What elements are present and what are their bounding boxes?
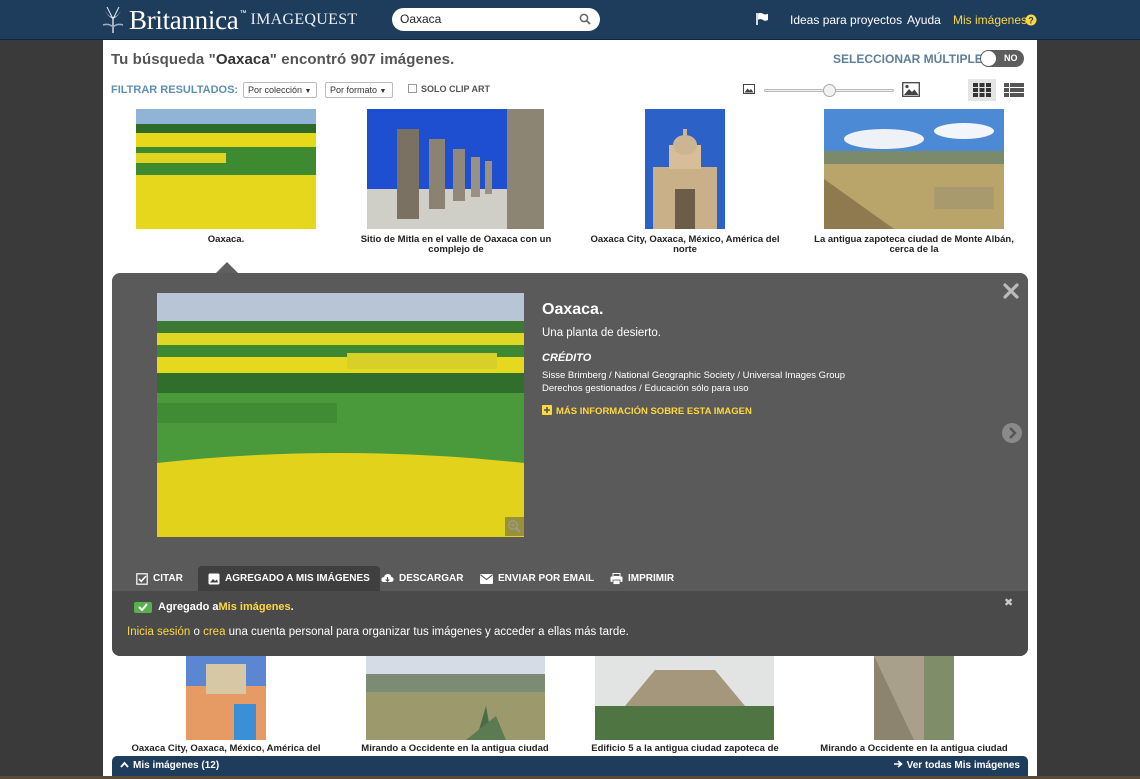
detail-description: Una planta de desierto. xyxy=(542,327,661,339)
my-images-tray: Mis imágenes (12) Ver todas Mis imágenes xyxy=(112,756,1028,776)
cloud-download-icon xyxy=(381,574,394,583)
brand-name: Britannica xyxy=(129,4,239,35)
list-view-button[interactable] xyxy=(1000,79,1028,101)
format-select[interactable]: Por formato ▼ xyxy=(325,82,393,98)
thumbnail-caption[interactable]: Edificio 5 a la antigua ciudad zapoteca … xyxy=(580,744,790,754)
tab-email[interactable]: ENVIAR POR EMAIL xyxy=(480,566,594,591)
dismiss-icon[interactable]: ✖ xyxy=(1004,596,1013,609)
thumbnail-caption[interactable]: Oaxaca. xyxy=(136,235,316,245)
thumbnail-image[interactable] xyxy=(136,109,316,229)
select-multiple-label: SELECCIONAR MÚLTIPLES xyxy=(833,52,991,66)
thumbnail-image[interactable] xyxy=(874,656,954,740)
help-icon[interactable]: ? xyxy=(1025,14,1037,26)
action-tabs: CITAR AGREGADO A MIS IMÁGENES DESCARGAR … xyxy=(112,566,1028,591)
create-account-link[interactable]: crea xyxy=(203,626,225,638)
thumbnail-caption[interactable]: Oaxaca City, Oaxaca, México, América del… xyxy=(580,235,790,255)
thumbnail-image[interactable] xyxy=(645,109,725,229)
check-icon xyxy=(134,601,152,613)
collection-select[interactable]: Por colección ▼ xyxy=(243,82,317,98)
nav-my-images-link[interactable]: Mis imágenes xyxy=(953,13,1027,27)
britannica-logo[interactable]: Britannica ™ IMAGEQUEST xyxy=(100,3,357,37)
clipart-checkbox[interactable] xyxy=(408,84,417,93)
my-images-link[interactable]: Mis imágenes xyxy=(219,601,291,613)
rights-line: Derechos gestionados / Educación sólo pa… xyxy=(542,383,749,394)
credit-line: Sisse Brimberg / National Geographic Soc… xyxy=(542,370,846,381)
thumbnail-image[interactable] xyxy=(186,656,266,740)
next-image-icon[interactable] xyxy=(1001,422,1023,444)
search-box xyxy=(392,8,600,31)
search-input[interactable] xyxy=(400,12,570,26)
close-icon[interactable] xyxy=(1002,282,1020,300)
thumbnail-caption[interactable]: Mirando a Occidente en la antigua ciudad xyxy=(350,744,560,754)
login-message: Inicia sesión o crea una cuenta personal… xyxy=(127,626,629,638)
thumbnail-image[interactable] xyxy=(595,656,774,740)
trademark-symbol: ™ xyxy=(239,9,247,17)
my-images-tray-toggle[interactable]: Mis imágenes (12) xyxy=(120,760,219,771)
tab-download[interactable]: DESCARGAR xyxy=(381,566,463,591)
nav-ideas-link[interactable]: Ideas para proyectos xyxy=(790,13,902,27)
thistle-logo-icon xyxy=(100,5,126,35)
small-image-icon xyxy=(743,84,755,94)
detail-title: Oaxaca. xyxy=(542,301,604,318)
detail-image[interactable] xyxy=(157,293,524,537)
added-message: Agregado a Mis imágenes. xyxy=(134,601,294,613)
top-bar: Britannica ™ IMAGEQUEST Ideas para proye… xyxy=(0,0,1140,40)
grid-view-button[interactable] xyxy=(968,79,996,101)
zoom-icon xyxy=(508,520,521,533)
select-multiple-toggle[interactable]: NO xyxy=(980,50,1024,67)
tab-print[interactable]: IMPRIMIR xyxy=(610,566,674,591)
slider-handle[interactable] xyxy=(823,84,836,97)
credit-label: CRÉDITO xyxy=(542,352,592,364)
login-link[interactable]: Inicia sesión xyxy=(127,626,190,638)
svg-text:?: ? xyxy=(1028,15,1034,25)
image-detail-panel: Oaxaca. Una planta de desierto. CRÉDITO … xyxy=(112,273,1028,656)
chevron-up-icon xyxy=(120,761,129,768)
filter-label: FILTRAR RESULTADOS: xyxy=(111,84,239,96)
thumbnail-caption[interactable]: Oaxaca City, Oaxaca, México, América del xyxy=(122,744,330,754)
grid-icon xyxy=(973,83,991,97)
checkbox-icon xyxy=(136,572,148,585)
clipart-label: SOLO CLIP ART xyxy=(421,84,491,94)
large-image-icon xyxy=(902,82,920,97)
plus-square-icon xyxy=(542,405,552,415)
results-summary: Tu búsqueda "Oaxaca" encontró 907 imágen… xyxy=(111,51,455,68)
image-added-icon xyxy=(208,573,220,584)
flag-icon[interactable] xyxy=(755,12,769,26)
thumbnail-caption[interactable]: Mirando a Occidente en la antigua ciudad xyxy=(808,744,1020,754)
thumbnail-image[interactable] xyxy=(824,109,1004,229)
list-icon xyxy=(1004,83,1024,97)
thumbnail-caption[interactable]: Sitio de Mitla en el valle de Oaxaca con… xyxy=(356,235,556,255)
zoom-button[interactable] xyxy=(505,517,524,536)
thumbnail-image[interactable] xyxy=(367,109,544,229)
tab-added-to-my-images[interactable]: AGREGADO A MIS IMÁGENES xyxy=(198,566,380,591)
toggle-state: NO xyxy=(1004,53,1018,63)
toggle-knob xyxy=(981,51,996,66)
added-notification: Agregado a Mis imágenes. ✖ Inicia sesión… xyxy=(112,591,1028,656)
product-name: IMAGEQUEST xyxy=(250,11,358,28)
arrow-right-icon xyxy=(893,760,903,768)
nav-help-link[interactable]: Ayuda xyxy=(907,13,941,27)
thumbnail-image[interactable] xyxy=(366,656,545,740)
thumbnail-caption[interactable]: La antigua zapoteca ciudad de Monte Albá… xyxy=(814,235,1014,255)
more-info-link[interactable]: MÁS INFORMACIÓN SOBRE ESTA IMAGEN xyxy=(542,405,752,417)
search-icon[interactable] xyxy=(579,13,591,25)
printer-icon xyxy=(610,572,623,585)
thumbnail-size-slider[interactable] xyxy=(764,84,894,97)
tab-cite[interactable]: CITAR xyxy=(136,566,183,591)
envelope-icon xyxy=(480,573,493,584)
view-all-my-images-link[interactable]: Ver todas Mis imágenes xyxy=(893,760,1020,771)
panel-pointer xyxy=(216,262,238,273)
